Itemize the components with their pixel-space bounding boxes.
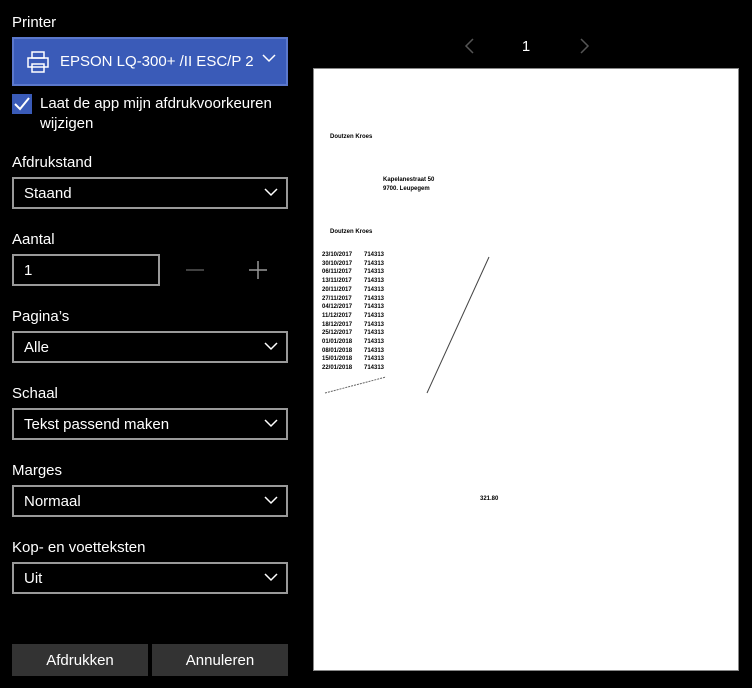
chevron-down-icon [264,496,278,505]
printer-label: Printer [12,14,57,31]
pages-label: Pagina’s [12,308,70,325]
printer-icon [27,50,49,73]
copies-value: 1 [24,262,33,279]
allow-app-label: Laat de app mijn afdrukvoorkeuren wijzig… [40,95,272,132]
headers-label: Kop- en voetteksten [12,539,146,556]
chevron-down-icon [264,188,278,197]
scale-value: Tekst passend maken [24,416,170,433]
checkmark-icon [14,97,30,111]
scale-label: Schaal [12,385,58,402]
orientation-select[interactable]: Staand [12,177,288,209]
pages-select[interactable]: Alle [12,331,288,363]
chevron-down-icon [264,342,278,351]
pages-value: Alle [24,339,50,356]
orientation-label: Afdrukstand [12,154,93,171]
print-button[interactable]: Afdrukken [12,644,148,676]
total-amount: 321.80 [480,496,499,502]
headers-value: Uit [24,570,43,587]
previous-page-icon[interactable] [464,38,476,54]
margins-select[interactable]: Normaal [12,485,288,517]
copies-input[interactable]: 1 [12,254,160,286]
margins-value: Normaal [24,493,81,510]
printer-select[interactable]: EPSON LQ-300+ /II ESC/P 2 [12,37,288,86]
headers-select[interactable]: Uit [12,562,288,594]
allow-app-checkbox[interactable] [12,94,32,114]
page-preview: Doutzen Kroes Kapelanestraat 50 9700. Le… [313,68,739,671]
page-number: 1 [521,38,531,55]
printer-name: EPSON LQ-300+ /II ESC/P 2 [60,53,254,70]
decrement-button[interactable] [184,259,206,281]
cancel-button[interactable]: Annuleren [152,644,288,676]
chevron-down-icon [264,419,278,428]
preview-scribble [324,256,490,394]
increment-button[interactable] [247,259,269,281]
chevron-down-icon [262,54,276,63]
copies-label: Aantal [12,231,55,248]
chevron-down-icon [264,573,278,582]
margins-label: Marges [12,462,63,479]
scale-select[interactable]: Tekst passend maken [12,408,288,440]
orientation-value: Staand [24,185,72,202]
next-page-icon[interactable] [578,38,590,54]
